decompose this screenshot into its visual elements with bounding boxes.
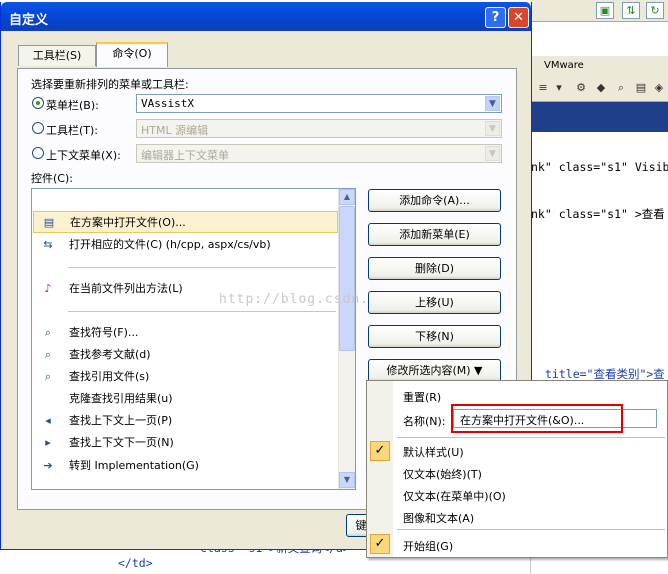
menubar-label[interactable]: 菜单栏(B): <box>46 97 99 113</box>
list-item-label: 查找引用文件(s) <box>69 370 150 383</box>
list-item-label: 查找上下文上一页(P) <box>69 414 173 427</box>
menu-separator <box>397 529 665 530</box>
toolbar-select: HTML 源编辑 ▼ <box>136 119 502 138</box>
add-command-button[interactable]: 添加命令(A)... <box>368 189 501 212</box>
dialog-titlebar[interactable]: 自定义 ? ✕ <box>1 2 531 31</box>
ide-gear-icon[interactable]: ⚙ <box>574 81 588 95</box>
context-menu-radio[interactable] <box>32 147 44 159</box>
list-item[interactable]: ⇆ 打开相应的文件(C) (h/cpp, aspx/cs/vb) <box>33 234 338 256</box>
open-corresponding-file-icon: ⇆ <box>43 238 53 251</box>
ide-top-toolbar: ▣ ⇅ ↻ <box>530 0 668 22</box>
highlight-annotation <box>451 404 623 433</box>
list-item[interactable]: ⌕ 查找参考文献(d) <box>33 344 338 366</box>
open-solution-file-icon: ▤ <box>43 216 55 229</box>
check-icon: ✓ <box>370 441 390 461</box>
list-item[interactable]: ⌕ 查找符号(F)... <box>33 322 338 344</box>
chevron-down-icon: ▼ <box>485 146 500 161</box>
list-item-label: 在当前文件列出方法(L) <box>69 282 183 295</box>
ide-menubar: VMware <box>530 56 668 76</box>
tab-toolbars[interactable]: 工具栏(S) <box>18 45 96 66</box>
prompt-label: 选择要重新排列的菜单或工具栏: <box>31 78 189 91</box>
scroll-down-icon[interactable]: ▼ <box>339 472 355 488</box>
list-methods-icon: ♪ <box>44 282 52 295</box>
list-separator <box>68 267 336 268</box>
dialog-title: 自定义 <box>9 13 49 28</box>
ide-tool-icon[interactable]: ◆ <box>594 81 608 95</box>
code-line: nk" class="s1" Visib <box>531 160 668 174</box>
context-menu-label[interactable]: 上下文菜单(X): <box>46 147 121 163</box>
menubar-select[interactable]: VAssistX ▼ <box>136 94 502 113</box>
context-menu-select: 编辑器上下文菜单 ▼ <box>136 144 502 163</box>
default-style-menu-item[interactable]: 默认样式(U) <box>403 444 464 460</box>
list-item-label: 在方案中打开文件(O)... <box>70 216 186 229</box>
move-up-button[interactable]: 上移(U) <box>368 291 501 314</box>
check-icon: ✓ <box>370 534 390 554</box>
name-label: 名称(N): <box>403 415 446 428</box>
ide-tool-icon[interactable]: ▣ <box>596 2 614 19</box>
menubar-radio[interactable] <box>32 97 44 109</box>
list-item[interactable]: ▸ 查找上下文下一页(N) <box>33 432 338 454</box>
ide-find-icon[interactable]: ⌕ <box>614 81 628 95</box>
list-item[interactable]: ◂ 查找上下文上一页(P) <box>33 410 338 432</box>
controls-label: 控件(C): <box>31 172 73 185</box>
add-menu-button[interactable]: 添加新菜单(E) <box>368 223 501 246</box>
chevron-down-icon[interactable]: ▼ <box>485 96 500 111</box>
list-item-label: 查找参考文献(d) <box>69 348 151 361</box>
find-referencing-file-icon: ⌕ <box>44 370 52 383</box>
toolbar-label[interactable]: 工具栏(T): <box>46 122 98 138</box>
controls-list[interactable]: ▤ 在方案中打开文件(O)... ⇆ 打开相应的文件(C) (h/cpp, aspx… <box>31 188 356 490</box>
list-item[interactable]: 克隆查找引用结果(u) <box>33 388 338 410</box>
list-item-label: 克隆查找引用结果(u) <box>69 392 173 405</box>
list-separator <box>68 311 336 312</box>
chevron-down-icon: ▼ <box>485 121 500 136</box>
help-button[interactable]: ? <box>485 7 506 28</box>
tab-commands[interactable]: 命令(O) <box>96 42 168 67</box>
ide-tool-icon[interactable]: ▤ <box>634 81 648 95</box>
close-button[interactable]: ✕ <box>508 7 529 28</box>
toolbar-select-value: HTML 源编辑 <box>141 124 209 137</box>
code-line: </td> <box>118 556 153 570</box>
ide-sync-icon[interactable]: ↻ <box>646 2 664 19</box>
goto-implementation-icon: ➔ <box>43 459 53 472</box>
code-line: nk" class="s1" >查看 <box>531 207 665 221</box>
modify-selection-button[interactable]: 修改所选内容(M) ▼ <box>368 359 501 382</box>
ide-tool-icon[interactable]: ◈ <box>652 81 666 95</box>
menu-separator <box>397 437 665 438</box>
context-prev-icon: ◂ <box>45 414 51 427</box>
list-item-label: 查找符号(F)... <box>69 326 139 339</box>
ide-toolbar: ≡ ▾ ⚙ ◆ ⌕ ▤ ◈ <box>530 76 668 102</box>
list-item-label: 转到 Implementation(G) <box>69 459 199 472</box>
context-menu-select-value: 编辑器上下文菜单 <box>141 149 229 162</box>
ide-tab-strip <box>530 102 668 132</box>
list-scrollbar[interactable]: ▲ ▼ <box>338 189 355 489</box>
find-references-icon: ⌕ <box>44 348 52 361</box>
list-item-label: 打开相应的文件(C) (h/cpp, aspx/cs/vb) <box>69 238 271 251</box>
menubar-select-value: VAssistX <box>141 97 194 110</box>
delete-button[interactable]: 删除(D) <box>368 257 501 280</box>
image-and-text-menu-item[interactable]: 图像和文本(A) <box>403 510 474 526</box>
text-only-menu-menu-item[interactable]: 仅文本(在菜单中)(O) <box>403 488 506 504</box>
text-only-always-menu-item[interactable]: 仅文本(始终)(T) <box>403 466 482 482</box>
toolbar-radio[interactable] <box>32 122 44 134</box>
context-next-icon: ▸ <box>45 436 51 449</box>
scroll-up-icon[interactable]: ▲ <box>339 189 355 205</box>
ide-tool-icon[interactable]: ≡ <box>536 81 550 95</box>
list-item-label: 查找上下文下一页(N) <box>69 436 174 449</box>
begin-group-menu-item[interactable]: 开始组(G) <box>403 538 453 554</box>
list-item[interactable]: ➔ 转到 Implementation(G) <box>33 455 338 477</box>
scroll-thumb[interactable] <box>339 206 355 351</box>
ide-dropdown-icon[interactable]: ▾ <box>552 81 566 95</box>
list-item[interactable]: ▤ 在方案中打开文件(O)... <box>33 211 338 233</box>
find-symbol-icon: ⌕ <box>44 326 52 339</box>
reset-menu-item[interactable]: 重置(R) <box>403 389 441 405</box>
ide-refresh-icon[interactable]: ⇅ <box>622 2 640 19</box>
ide-menu-vmware[interactable]: VMware <box>544 60 584 71</box>
move-down-button[interactable]: 下移(N) <box>368 325 501 348</box>
list-item[interactable]: ⌕ 查找引用文件(s) <box>33 366 338 388</box>
menu-icon-strip <box>367 381 393 557</box>
